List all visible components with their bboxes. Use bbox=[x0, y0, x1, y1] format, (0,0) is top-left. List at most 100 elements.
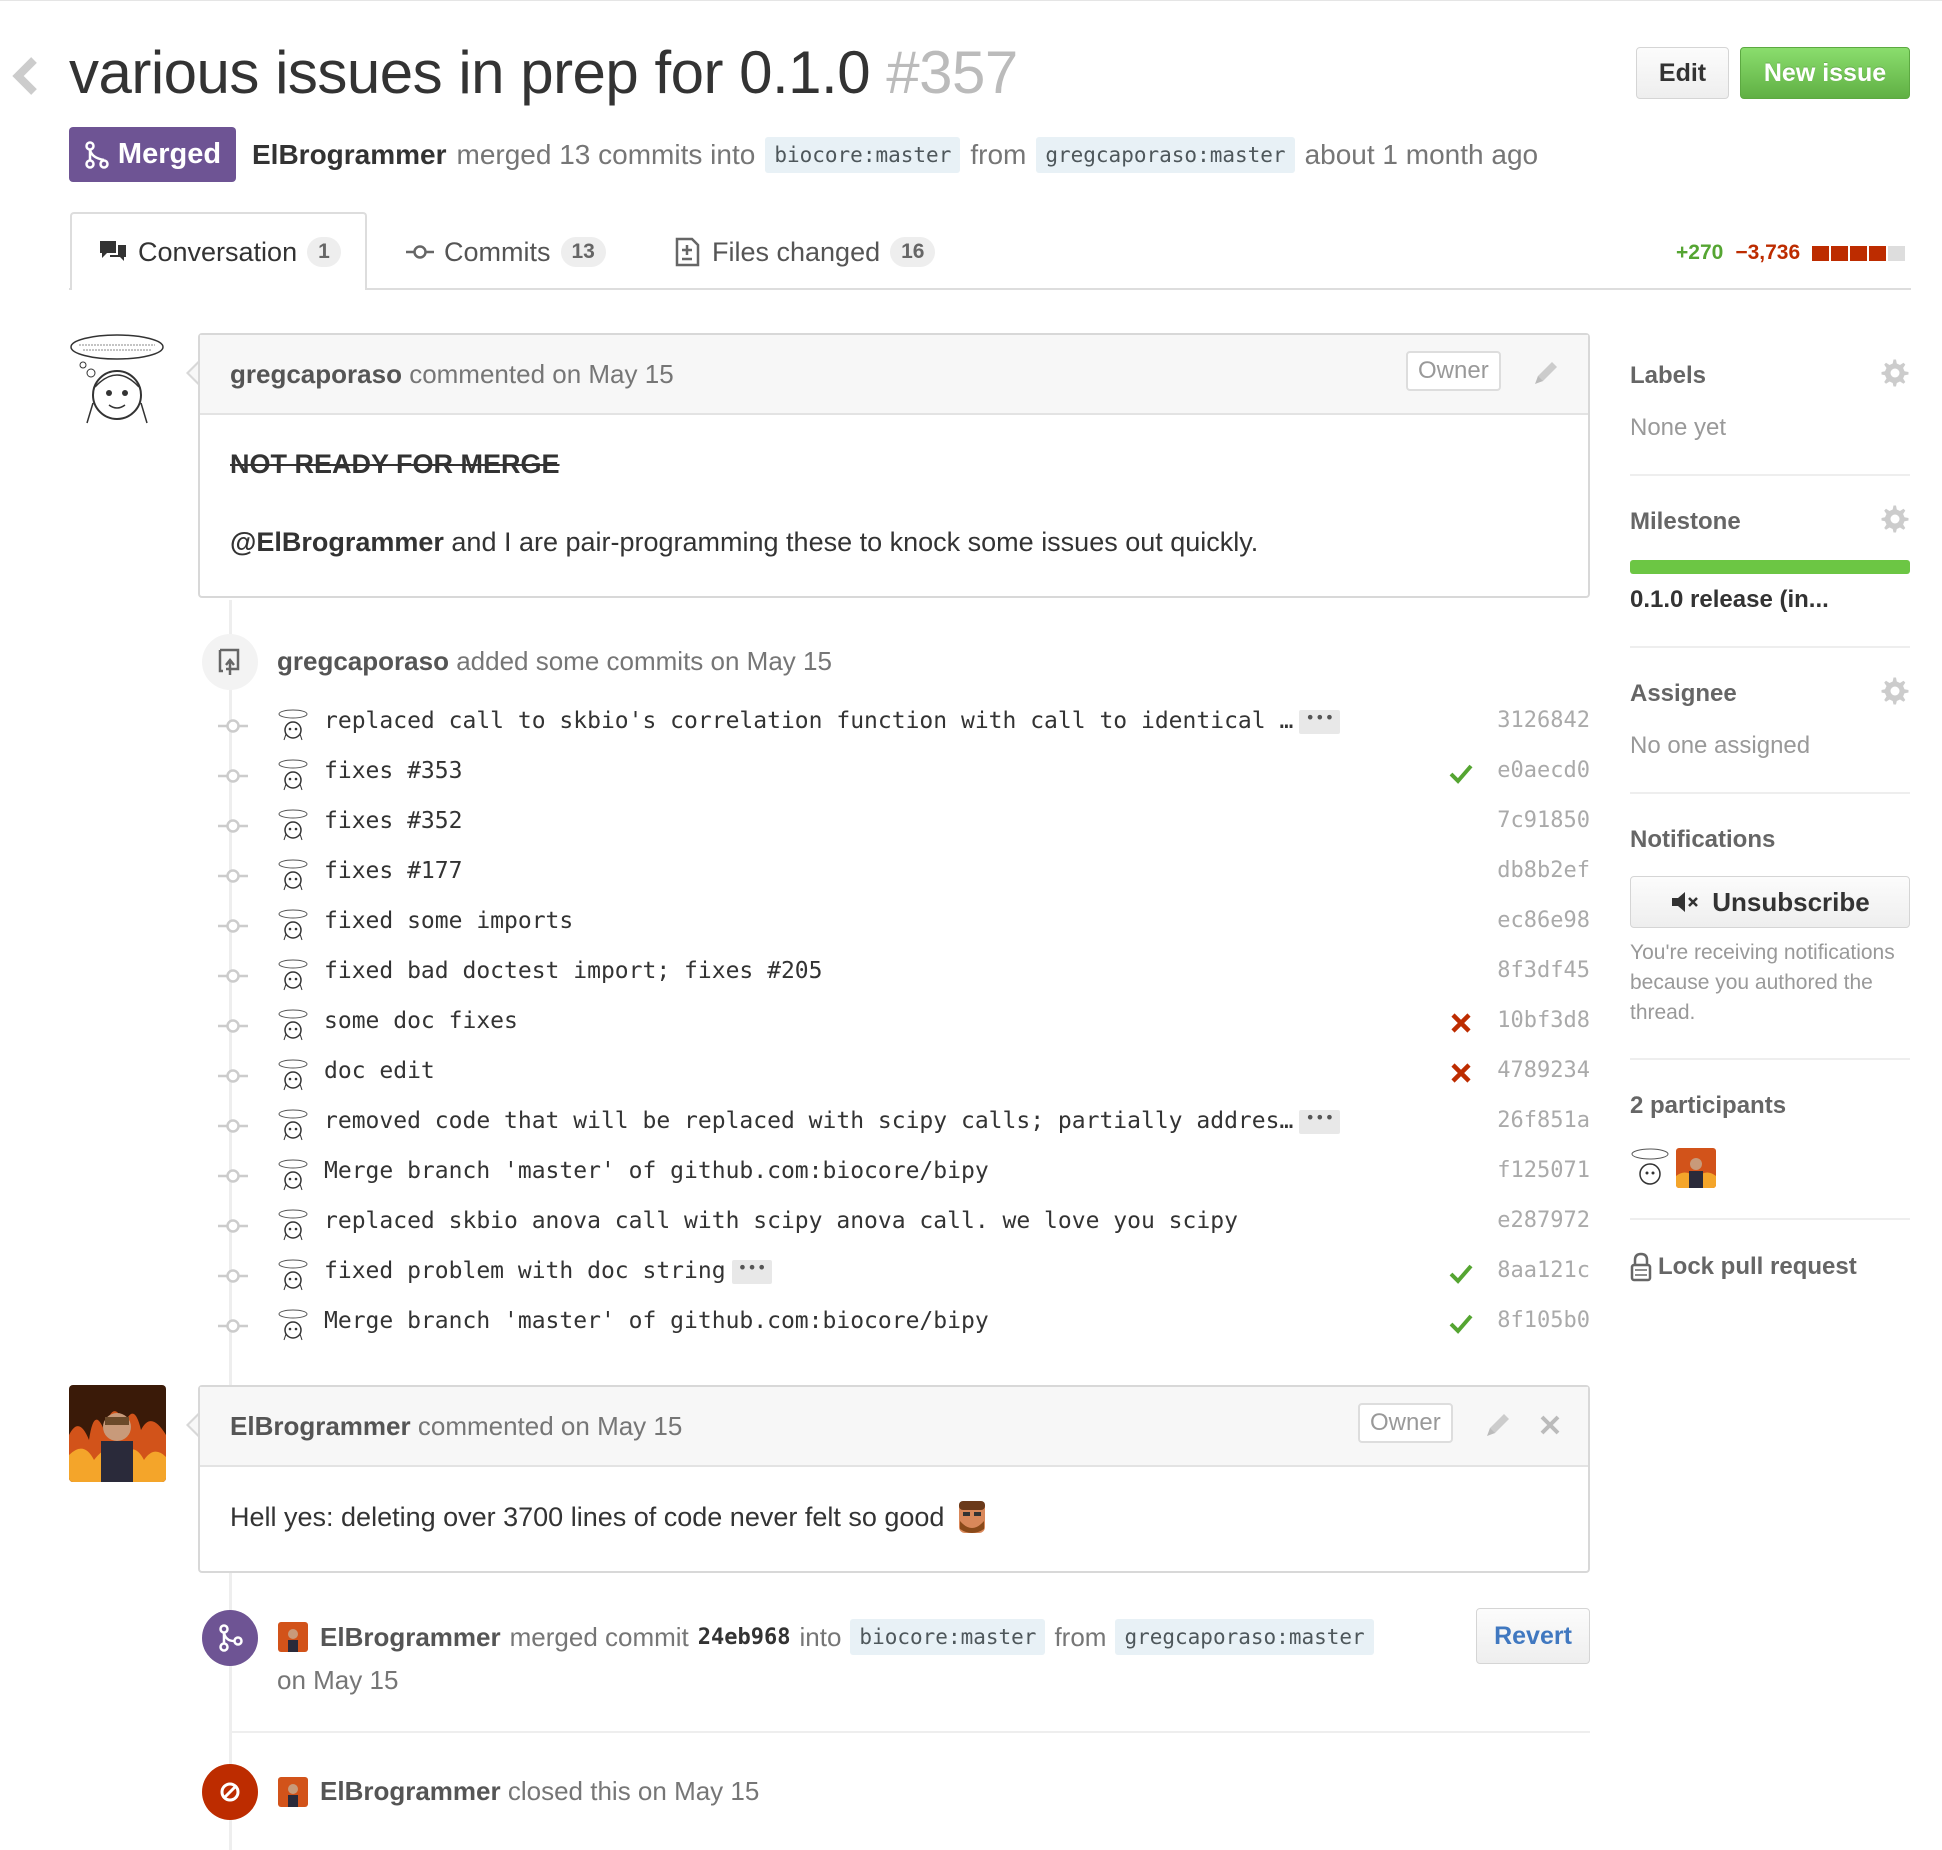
commit-author-avatar-icon[interactable] bbox=[277, 859, 309, 891]
participant-avatar[interactable] bbox=[1676, 1148, 1716, 1188]
commit-message[interactable]: removed code that will be replaced with … bbox=[324, 1108, 1341, 1134]
pr-number: #357 bbox=[886, 39, 1018, 106]
expand-commit-message-button[interactable]: ••• bbox=[731, 1259, 773, 1284]
tab-commits[interactable]: Commits 13 bbox=[406, 232, 606, 272]
x-icon[interactable] bbox=[1448, 1060, 1474, 1086]
merge-event-author[interactable]: ElBrogrammer bbox=[320, 1622, 501, 1653]
gear-icon[interactable] bbox=[1880, 504, 1910, 534]
user-mention[interactable]: @ElBrogrammer bbox=[230, 527, 444, 557]
commit-sha[interactable]: 8aa121c bbox=[1497, 1258, 1590, 1283]
commit-author-avatar-icon[interactable] bbox=[277, 1259, 309, 1291]
commit-author-avatar-icon[interactable] bbox=[277, 1009, 309, 1041]
commit-author-avatar-icon[interactable] bbox=[277, 1159, 309, 1191]
tab-files-changed-count: 16 bbox=[890, 237, 936, 267]
notifications-title: Notifications bbox=[1630, 826, 1776, 853]
avatar[interactable] bbox=[69, 333, 165, 429]
git-commit-icon bbox=[218, 969, 248, 983]
commit-message[interactable]: Merge branch 'master' of github.com:bioc… bbox=[324, 1158, 989, 1184]
commit-sha[interactable]: e0aecd0 bbox=[1497, 758, 1590, 783]
commit-sha[interactable]: f125071 bbox=[1497, 1158, 1590, 1183]
base-branch[interactable]: biocore:master bbox=[850, 1619, 1046, 1655]
expand-commit-message-button[interactable]: ••• bbox=[1299, 709, 1341, 734]
commit-sha[interactable]: 8f3df45 bbox=[1497, 958, 1590, 983]
comment-body-text: Hell yes: deleting over 3700 lines of co… bbox=[230, 1501, 945, 1532]
pencil-icon[interactable] bbox=[1530, 357, 1562, 389]
revert-button[interactable]: Revert bbox=[1476, 1608, 1590, 1664]
commit-sha[interactable]: 26f851a bbox=[1497, 1108, 1590, 1133]
merged-text: merged 13 commits into bbox=[456, 139, 756, 170]
commit-message[interactable]: fixes #352 bbox=[324, 808, 462, 834]
commit-sha[interactable]: 7c91850 bbox=[1497, 808, 1590, 833]
commit-sha[interactable]: e287972 bbox=[1497, 1208, 1590, 1233]
commit-author-avatar-icon[interactable] bbox=[277, 959, 309, 991]
close-icon[interactable] bbox=[1538, 1413, 1562, 1437]
check-icon[interactable] bbox=[1448, 1310, 1474, 1336]
commit-author-avatar-icon[interactable] bbox=[277, 759, 309, 791]
base-branch[interactable]: biocore:master bbox=[765, 137, 961, 173]
commit-row: fixes #352 7c91850 bbox=[210, 800, 1590, 850]
unsubscribe-button[interactable]: Unsubscribe bbox=[1630, 876, 1910, 928]
commit-message[interactable]: Merge branch 'master' of github.com:bioc… bbox=[324, 1308, 989, 1334]
commit-message[interactable]: fixed some imports bbox=[324, 908, 573, 934]
expand-commit-message-button[interactable]: ••• bbox=[1299, 1109, 1341, 1134]
gear-icon[interactable] bbox=[1880, 676, 1910, 706]
assignee-value: No one assigned bbox=[1630, 732, 1811, 759]
edit-button[interactable]: Edit bbox=[1636, 47, 1729, 99]
commits-event-author[interactable]: gregcaporaso bbox=[277, 646, 449, 676]
owner-badge: Owner bbox=[1406, 351, 1501, 391]
commit-author-avatar-icon[interactable] bbox=[277, 1109, 309, 1141]
pr-meta: ElBrogrammer merged 13 commits into bioc… bbox=[252, 133, 1538, 177]
close-event-author[interactable]: ElBrogrammer bbox=[320, 1776, 501, 1806]
tab-files-changed-label: Files changed bbox=[712, 236, 881, 267]
comment-discussion-icon bbox=[100, 241, 126, 261]
pencil-icon[interactable] bbox=[1482, 1409, 1514, 1441]
labels-value: None yet bbox=[1630, 414, 1727, 441]
commit-author-avatar-icon[interactable] bbox=[277, 1209, 309, 1241]
commit-author-avatar-icon[interactable] bbox=[277, 809, 309, 841]
commit-sha[interactable]: 10bf3d8 bbox=[1497, 1008, 1590, 1033]
commit-message[interactable]: fixes #353 bbox=[324, 758, 462, 784]
commit-row: fixed problem with doc string ••• 8aa121c bbox=[210, 1250, 1590, 1300]
tab-commits-count: 13 bbox=[560, 237, 606, 267]
head-branch[interactable]: gregcaporaso:master bbox=[1036, 137, 1295, 173]
commit-author-avatar-icon[interactable] bbox=[277, 709, 309, 741]
check-icon[interactable] bbox=[1448, 1260, 1474, 1286]
new-issue-button[interactable]: New issue bbox=[1740, 47, 1910, 99]
commit-message[interactable]: fixed bad doctest import; fixes #205 bbox=[324, 958, 823, 984]
merger-link[interactable]: ElBrogrammer bbox=[252, 139, 447, 171]
commit-author-avatar-icon[interactable] bbox=[277, 1059, 309, 1091]
merge-commit-sha[interactable]: 24eb968 bbox=[698, 1625, 791, 1650]
file-diff-icon bbox=[675, 237, 700, 267]
commit-message[interactable]: replaced call to skbio's correlation fun… bbox=[324, 708, 1341, 734]
avatar[interactable] bbox=[69, 1385, 166, 1482]
commit-message[interactable]: some doc fixes bbox=[324, 1008, 518, 1034]
commit-sha[interactable]: ec86e98 bbox=[1497, 908, 1590, 933]
commit-sha[interactable]: db8b2ef bbox=[1497, 858, 1590, 883]
commit-message[interactable]: replaced skbio anova call with scipy ano… bbox=[324, 1208, 1238, 1234]
commit-author-avatar-icon[interactable] bbox=[277, 1309, 309, 1341]
tab-commits-label: Commits bbox=[444, 236, 551, 267]
avatar[interactable] bbox=[278, 1622, 308, 1652]
x-icon[interactable] bbox=[1448, 1010, 1474, 1036]
participant-avatar[interactable] bbox=[1630, 1148, 1670, 1188]
commit-message[interactable]: fixes #177 bbox=[324, 858, 462, 884]
tab-conversation[interactable]: Conversation 1 bbox=[98, 232, 341, 272]
close-event-action: closed this on May 15 bbox=[507, 1776, 760, 1806]
gear-icon[interactable] bbox=[1880, 358, 1910, 388]
commit-sha[interactable]: 4789234 bbox=[1497, 1058, 1590, 1083]
milestone-link[interactable]: 0.1.0 release (in... bbox=[1630, 586, 1829, 614]
commit-author-avatar-icon[interactable] bbox=[277, 909, 309, 941]
git-commit-icon bbox=[218, 719, 248, 733]
head-branch[interactable]: gregcaporaso:master bbox=[1115, 1619, 1374, 1655]
commit-sha[interactable]: 3126842 bbox=[1497, 708, 1590, 733]
lock-pull-request-link[interactable]: Lock pull request bbox=[1630, 1252, 1857, 1282]
commit-message[interactable]: fixed problem with doc string ••• bbox=[324, 1258, 773, 1284]
comment-author[interactable]: ElBrogrammer bbox=[230, 1411, 411, 1441]
commit-sha[interactable]: 8f105b0 bbox=[1497, 1308, 1590, 1333]
comment-author[interactable]: gregcaporaso bbox=[230, 359, 402, 389]
chevron-left-icon[interactable] bbox=[8, 56, 42, 96]
avatar[interactable] bbox=[278, 1777, 308, 1807]
commit-message[interactable]: doc edit bbox=[324, 1058, 435, 1084]
check-icon[interactable] bbox=[1448, 760, 1474, 786]
tab-files-changed[interactable]: Files changed 16 bbox=[674, 232, 936, 272]
